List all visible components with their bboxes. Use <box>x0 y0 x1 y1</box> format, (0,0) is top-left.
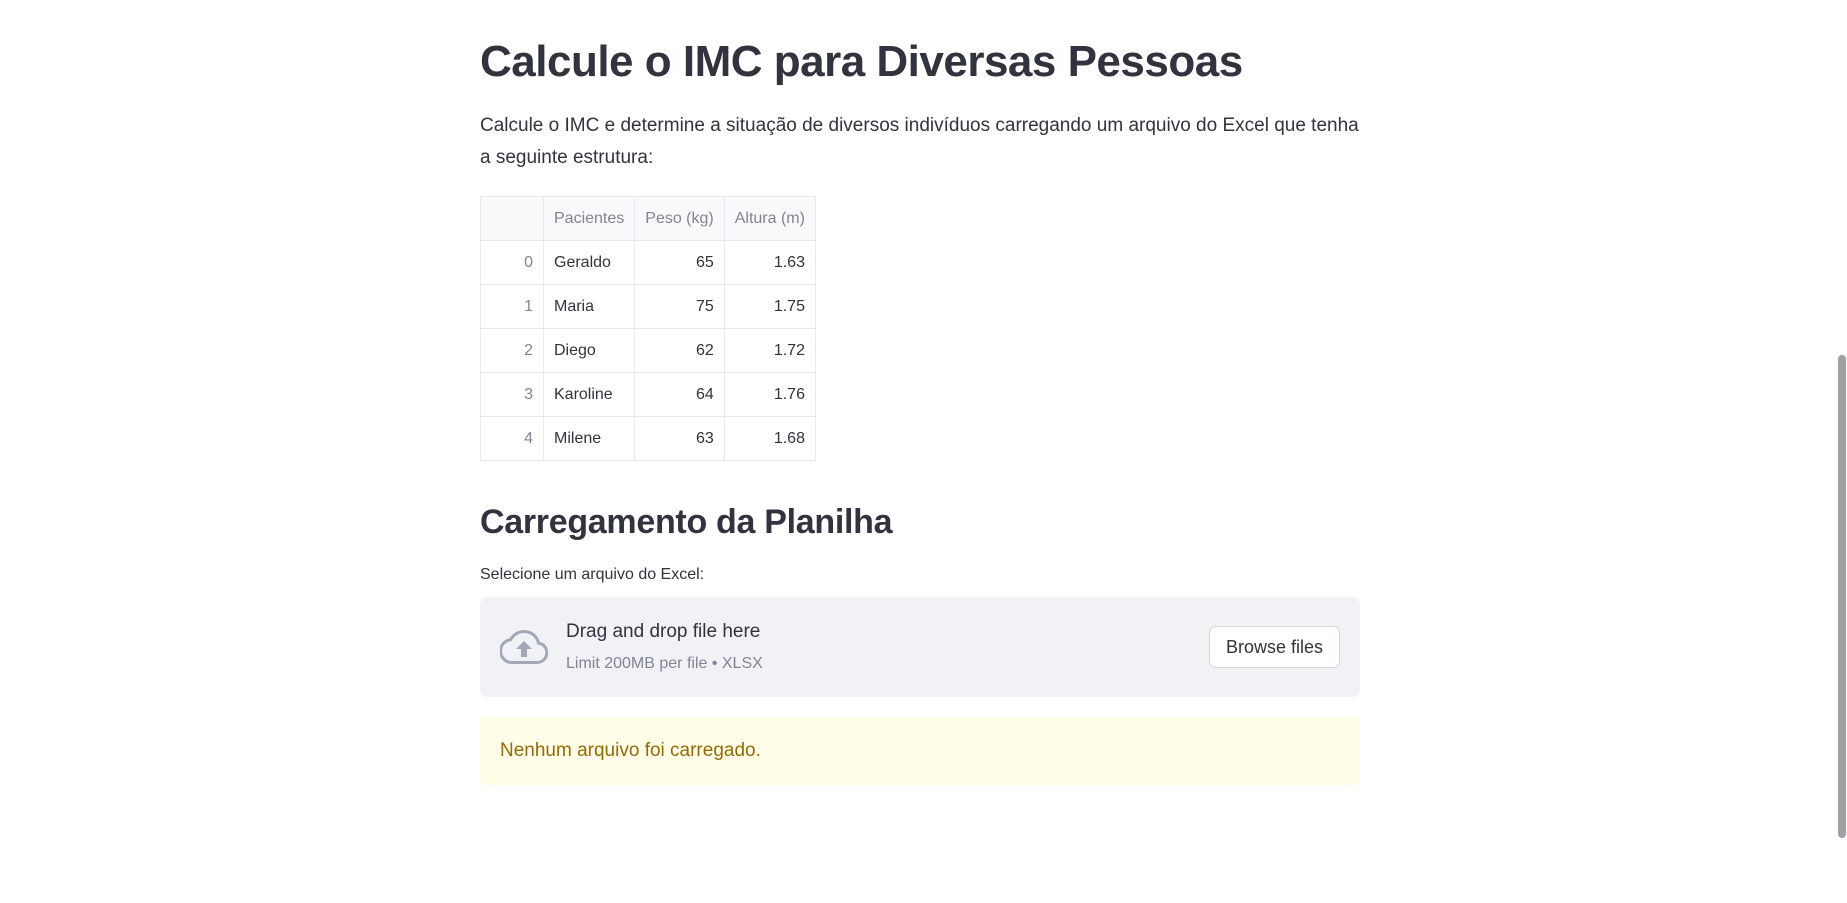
column-header-pacientes[interactable]: Pacientes <box>542 196 636 241</box>
cell-weight[interactable]: 62 <box>634 328 725 373</box>
cell-weight[interactable]: 63 <box>634 416 725 461</box>
dropzone-limit-text: Limit 200MB per file • XLSX <box>566 655 763 672</box>
table-row: 1 Maria 75 1.75 <box>480 284 816 329</box>
table-row: 0 Geraldo 65 1.63 <box>480 240 816 285</box>
cell-name[interactable]: Diego <box>542 328 636 373</box>
cell-height[interactable]: 1.76 <box>723 372 816 417</box>
main-content: Calcule o IMC para Diversas Pessoas Calc… <box>480 0 1360 785</box>
page-title: Calcule o IMC para Diversas Pessoas <box>480 37 1243 86</box>
table-row: 4 Milene 63 1.68 <box>480 416 816 461</box>
file-dropzone[interactable]: Drag and drop file here Limit 200MB per … <box>480 597 1360 697</box>
cell-name[interactable]: Karoline <box>542 372 636 417</box>
row-index: 3 <box>480 372 544 417</box>
warning-alert: Nenhum arquivo foi carregado. <box>480 717 1360 785</box>
column-header-altura[interactable]: Altura (m) <box>723 196 816 241</box>
page-description: Calcule o IMC e determine a situação de … <box>480 115 1359 168</box>
page-scrollbar[interactable] <box>1837 0 1847 903</box>
row-index: 1 <box>480 284 544 329</box>
app-page: Calcule o IMC para Diversas Pessoas Calc… <box>0 0 1847 903</box>
example-dataframe: Pacientes Peso (kg) Altura (m) 0 Geraldo… <box>480 196 816 461</box>
cell-name[interactable]: Geraldo <box>542 240 636 285</box>
row-index: 0 <box>480 240 544 285</box>
section-title-upload: Carregamento da Planilha <box>480 503 893 541</box>
warning-alert-message: Nenhum arquivo foi carregado. <box>500 740 761 761</box>
dropzone-title: Drag and drop file here <box>566 621 761 642</box>
cell-height[interactable]: 1.63 <box>723 240 816 285</box>
cell-name[interactable]: Maria <box>542 284 636 329</box>
cell-height[interactable]: 1.72 <box>723 328 816 373</box>
table-header-row: Pacientes Peso (kg) Altura (m) <box>480 196 816 241</box>
cell-weight[interactable]: 64 <box>634 372 725 417</box>
cell-name[interactable]: Milene <box>542 416 636 461</box>
cell-height[interactable]: 1.75 <box>723 284 816 329</box>
row-index: 2 <box>480 328 544 373</box>
column-header-peso[interactable]: Peso (kg) <box>634 196 725 241</box>
browse-files-button[interactable]: Browse files <box>1208 626 1340 668</box>
cloud-upload-icon <box>500 629 548 664</box>
file-uploader-label: Selecione um arquivo do Excel: <box>480 566 705 583</box>
table-row: 2 Diego 62 1.72 <box>480 328 816 373</box>
cell-height[interactable]: 1.68 <box>723 416 816 461</box>
table-row: 3 Karoline 64 1.76 <box>480 372 816 417</box>
cell-weight[interactable]: 75 <box>634 284 725 329</box>
cell-weight[interactable]: 65 <box>634 240 725 285</box>
scrollbar-thumb[interactable] <box>1838 355 1846 838</box>
row-index: 4 <box>480 416 544 461</box>
column-header-index <box>480 196 544 241</box>
